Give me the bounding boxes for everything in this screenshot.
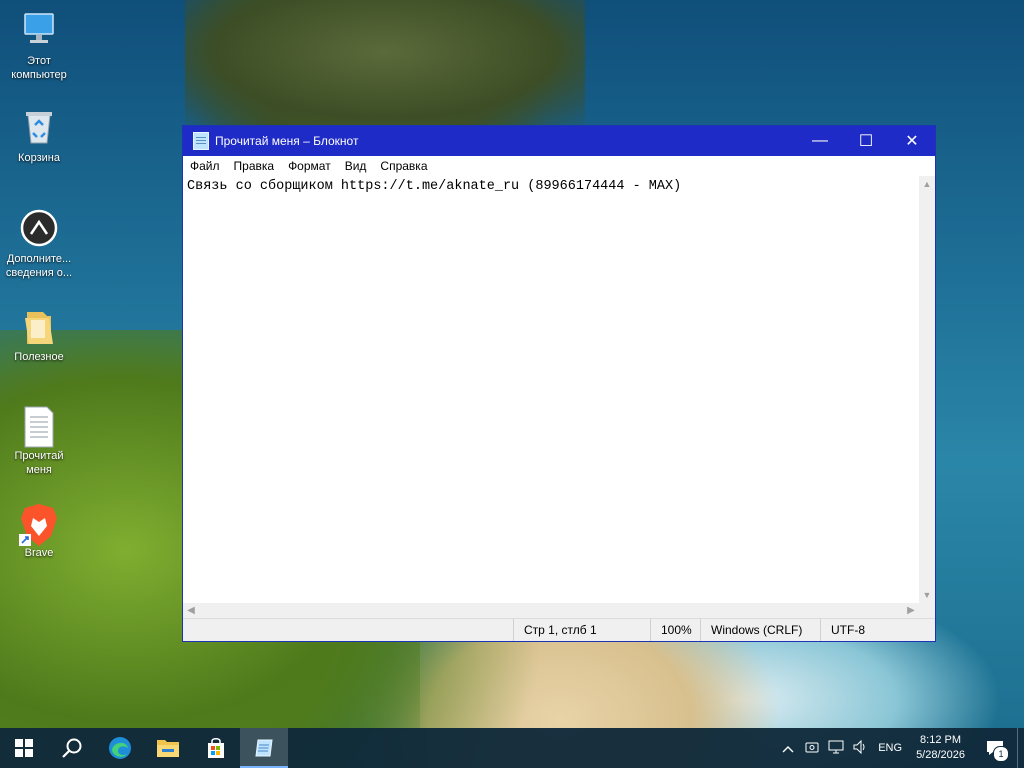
minimize-button[interactable]: — bbox=[797, 126, 843, 156]
horizontal-scrollbar[interactable]: ◀ ▶ bbox=[183, 603, 919, 619]
edge-icon bbox=[109, 737, 131, 759]
menu-help[interactable]: Справка bbox=[373, 159, 434, 173]
clock[interactable]: 8:12 PM 5/28/2026 bbox=[908, 733, 973, 763]
recycle-bin-icon bbox=[19, 107, 59, 147]
status-zoom: 100% bbox=[650, 619, 700, 641]
scrollbar-corner bbox=[919, 603, 935, 619]
desktop-icon-info[interactable]: Дополните... сведения о... bbox=[1, 208, 77, 280]
maximize-button[interactable]: ☐ bbox=[843, 126, 889, 156]
status-encoding: UTF-8 bbox=[820, 619, 935, 641]
desktop-icon-recycle-bin[interactable]: Корзина bbox=[1, 107, 77, 165]
status-position: Стр 1, стлб 1 bbox=[513, 619, 650, 641]
notepad-window: Прочитай меня – Блокнот — ☐ ✕ Файл Правк… bbox=[182, 125, 936, 642]
desktop-icon-label: Корзина bbox=[18, 152, 60, 164]
desktop-icon-folder[interactable]: Полезное bbox=[1, 306, 77, 364]
system-tray: ENG 8:12 PM 5/28/2026 1 bbox=[776, 728, 1024, 768]
taskbar-edge[interactable] bbox=[96, 728, 144, 768]
taskbar-file-explorer[interactable] bbox=[144, 728, 192, 768]
clock-date: 5/28/2026 bbox=[916, 749, 965, 761]
notepad-icon bbox=[255, 739, 273, 757]
action-center-button[interactable]: 1 bbox=[973, 728, 1017, 768]
scroll-down-icon[interactable]: ▼ bbox=[919, 587, 935, 603]
info-clock-icon bbox=[19, 208, 59, 248]
desktop-icon-label: Прочитай меня bbox=[14, 450, 64, 476]
menu-file[interactable]: Файл bbox=[183, 159, 227, 173]
computer-icon bbox=[19, 10, 59, 50]
taskbar: ENG 8:12 PM 5/28/2026 1 bbox=[0, 728, 1024, 768]
start-button[interactable] bbox=[0, 728, 48, 768]
meet-now-icon[interactable] bbox=[800, 740, 824, 757]
menu-format[interactable]: Формат bbox=[281, 159, 338, 173]
search-icon bbox=[62, 738, 82, 758]
volume-icon[interactable] bbox=[848, 739, 872, 757]
menu-view[interactable]: Вид bbox=[338, 159, 374, 173]
desktop-icon-brave[interactable]: Brave bbox=[1, 502, 77, 560]
window-title: Прочитай меня – Блокнот bbox=[215, 134, 359, 148]
file-explorer-icon bbox=[157, 740, 179, 757]
title-bar[interactable]: Прочитай меня – Блокнот — ☐ ✕ bbox=[183, 126, 935, 156]
status-line-ending: Windows (CRLF) bbox=[700, 619, 820, 641]
vertical-scrollbar[interactable]: ▲ ▼ bbox=[919, 176, 935, 603]
close-button[interactable]: ✕ bbox=[889, 126, 935, 156]
taskbar-store[interactable] bbox=[192, 728, 240, 768]
text-editor[interactable]: Связь со сборщиком https://t.me/aknate_r… bbox=[183, 176, 919, 603]
status-bar: Стр 1, стлб 1 100% Windows (CRLF) UTF-8 bbox=[183, 618, 935, 641]
desktop-icon-label: Этот компьютер bbox=[11, 55, 67, 81]
folder-icon bbox=[19, 306, 59, 346]
text-file-icon bbox=[19, 405, 59, 448]
search-button[interactable] bbox=[48, 728, 96, 768]
notepad-icon bbox=[193, 132, 209, 150]
desktop-icon-label: Полезное bbox=[14, 351, 64, 363]
wallpaper-cliff bbox=[185, 0, 585, 130]
menu-edit[interactable]: Правка bbox=[227, 159, 282, 173]
scroll-up-icon[interactable]: ▲ bbox=[919, 176, 935, 192]
menu-bar: Файл Правка Формат Вид Справка bbox=[183, 156, 935, 176]
language-indicator[interactable]: ENG bbox=[872, 742, 908, 754]
store-icon bbox=[208, 738, 224, 758]
desktop-icon-label: Brave bbox=[24, 547, 54, 559]
desktop-icon-label: Дополните... сведения о... bbox=[5, 253, 73, 279]
taskbar-notepad[interactable] bbox=[240, 728, 288, 768]
notification-badge: 1 bbox=[993, 746, 1009, 762]
scroll-right-icon[interactable]: ▶ bbox=[903, 603, 919, 619]
desktop-icon-readme[interactable]: Прочитай меня bbox=[1, 405, 77, 477]
brave-lion-icon bbox=[19, 502, 59, 546]
scroll-left-icon[interactable]: ◀ bbox=[183, 603, 199, 619]
clock-time: 8:12 PM bbox=[920, 734, 962, 746]
chevron-up-icon[interactable] bbox=[776, 741, 800, 756]
show-desktop-button[interactable] bbox=[1017, 728, 1024, 768]
network-icon[interactable] bbox=[824, 740, 848, 757]
desktop-icon-this-pc[interactable]: Этот компьютер bbox=[1, 10, 77, 82]
windows-logo-icon bbox=[15, 739, 33, 757]
